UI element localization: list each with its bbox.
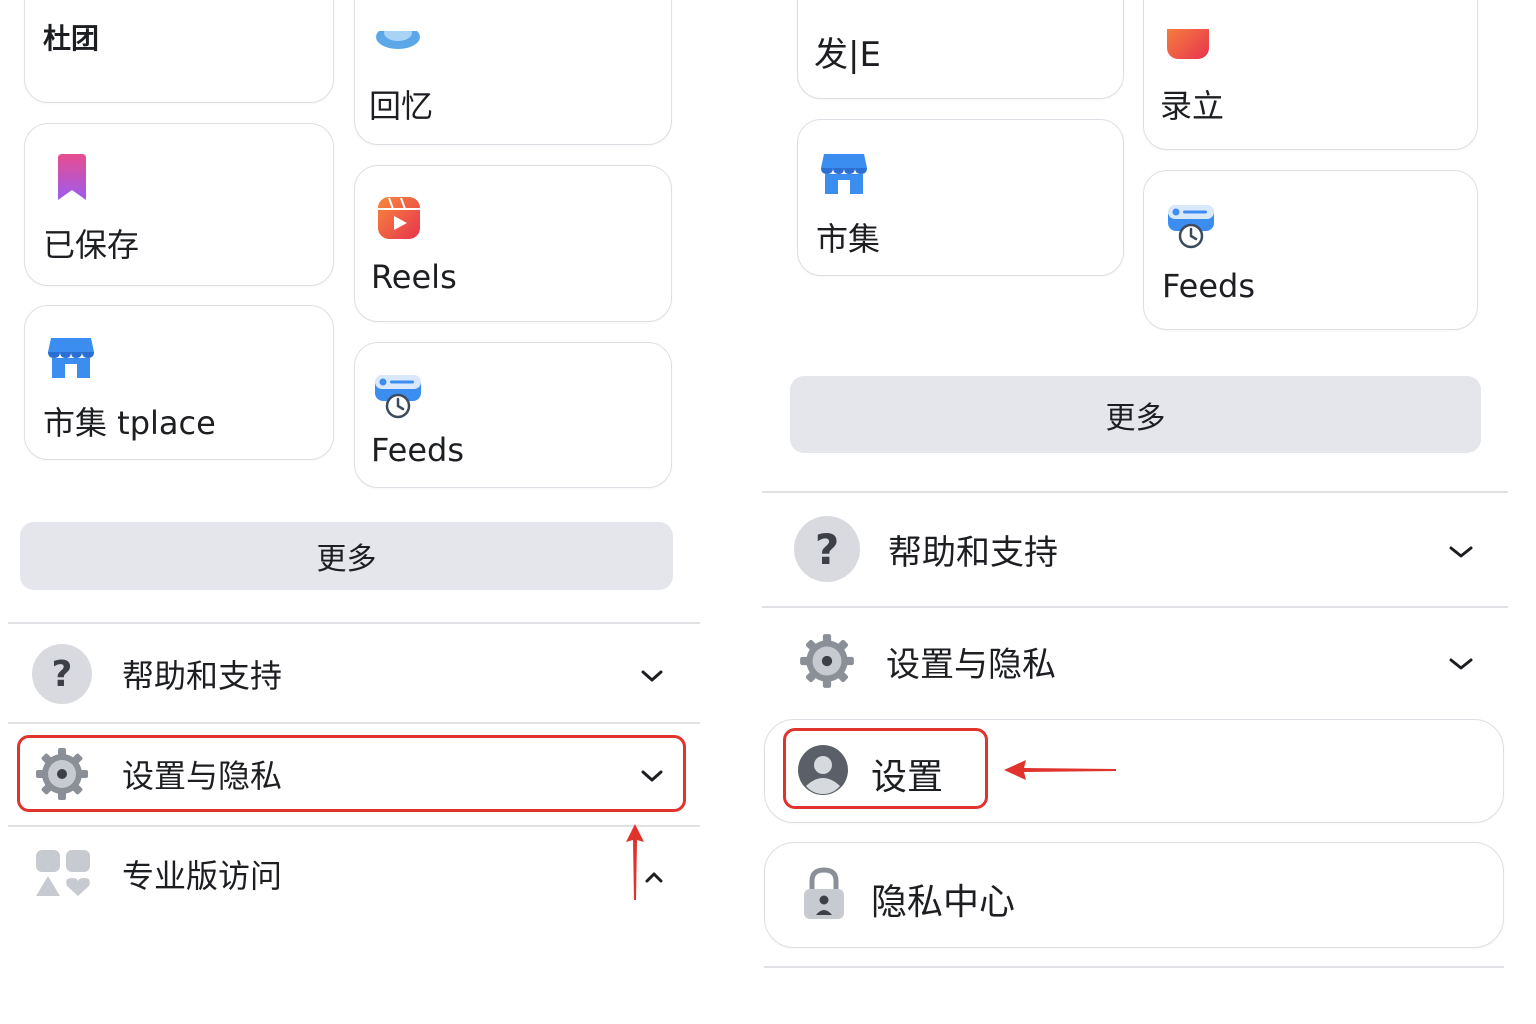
card-reels-label: Reels	[371, 258, 457, 296]
marketplace-icon	[47, 336, 95, 384]
card-groups-label: 杜团	[43, 22, 100, 55]
card-memories-label: 回忆	[369, 87, 434, 125]
lock-icon	[801, 867, 847, 925]
more-button[interactable]: 更多	[790, 376, 1481, 453]
highlight-box	[783, 728, 988, 809]
card-feeds[interactable]: Feeds	[354, 342, 672, 488]
card-reels[interactable]: Reels	[354, 165, 672, 322]
feeds-icon	[373, 373, 423, 425]
card-feeds-label: Feeds	[1162, 267, 1256, 305]
divider	[762, 606, 1508, 608]
help-support-label: 帮助和支持	[122, 657, 283, 695]
pro-access-icon	[34, 848, 92, 900]
card-top-left-label: 发|E	[814, 35, 881, 75]
divider	[764, 966, 1504, 968]
settings-privacy-label: 设置与隐私	[886, 644, 1056, 685]
more-button-label: 更多	[316, 542, 377, 577]
card-saved[interactable]: 已保存	[24, 123, 334, 286]
card-memories[interactable]: 回忆	[354, 0, 672, 145]
more-button-label: 更多	[1105, 400, 1166, 436]
card-marketplace-label: 市集	[816, 220, 881, 258]
card-marketplace[interactable]: 市集	[797, 119, 1124, 276]
more-button[interactable]: 更多	[20, 522, 673, 590]
card-saved-label: 已保存	[43, 226, 140, 264]
right-menu-panel: 发|E 录立 市集 Feeds 更多 ? 帮助和支持 设置与隐私 设置 隐私中心	[760, 0, 1536, 1024]
marketplace-icon	[820, 152, 868, 200]
card-feeds[interactable]: Feeds	[1143, 170, 1478, 330]
help-support-row[interactable]: ? 帮助和支持	[794, 516, 1494, 582]
card-top-right-label: 录立	[1160, 87, 1225, 125]
help-support-label: 帮助和支持	[888, 532, 1058, 573]
privacy-center-label: 隐私中心	[871, 882, 1016, 923]
divider	[762, 491, 1508, 493]
chevron-down-icon	[1448, 544, 1474, 563]
divider	[8, 722, 700, 724]
card-marketplace-label: 市集 tplace	[43, 404, 216, 442]
reels-icon	[377, 196, 421, 244]
gear-icon	[796, 630, 858, 692]
divider	[8, 622, 700, 624]
pro-access-label: 专业版访问	[122, 857, 283, 895]
left-menu-panel: 杜团 回忆 已保存 Reels 市集 tplace Feeds 更多 ? 帮助和…	[0, 0, 700, 1024]
arrow-icon	[1002, 756, 1118, 788]
help-support-row[interactable]: ? 帮助和支持	[32, 642, 692, 706]
card-top-left[interactable]: 发|E	[797, 0, 1124, 99]
help-icon: ?	[32, 644, 92, 704]
chevron-down-icon	[1448, 656, 1474, 675]
highlight-box	[17, 735, 686, 812]
card-groups[interactable]: 杜团	[24, 0, 334, 103]
privacy-center-item[interactable]: 隐私中心	[764, 842, 1504, 948]
settings-privacy-row[interactable]: 设置与隐私	[796, 628, 1496, 694]
card-marketplace[interactable]: 市集 tplace	[24, 305, 334, 460]
memories-icon	[373, 25, 423, 63]
card-top-right[interactable]: 录立	[1143, 0, 1478, 150]
divider	[8, 825, 700, 827]
card-feeds-label: Feeds	[371, 431, 465, 469]
arrow-icon	[622, 822, 648, 906]
feeds-icon	[1166, 203, 1216, 255]
pro-access-row[interactable]: 专业版访问	[34, 842, 694, 906]
reels-icon	[1166, 17, 1210, 65]
help-icon: ?	[794, 516, 860, 582]
chevron-down-icon	[640, 668, 664, 687]
saved-icon	[55, 154, 89, 206]
